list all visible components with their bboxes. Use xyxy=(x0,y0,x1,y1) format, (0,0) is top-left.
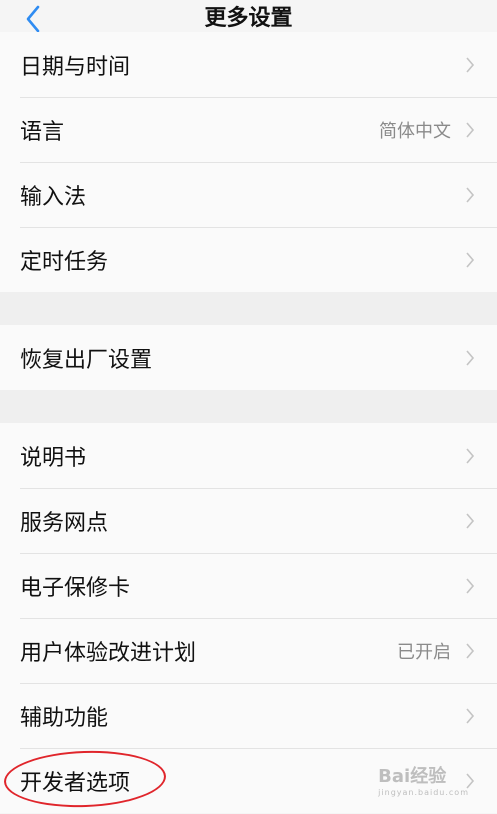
chevron-right-icon xyxy=(465,120,477,140)
setting-developer-options[interactable]: 开发者选项 xyxy=(0,748,497,813)
setting-label: 辅助功能 xyxy=(20,705,109,731)
chevron-right-icon xyxy=(465,511,477,531)
setting-scheduled-tasks[interactable]: 定时任务 xyxy=(0,227,497,292)
setting-label: 语言 xyxy=(20,119,65,145)
setting-label: 日期与时间 xyxy=(20,54,131,80)
setting-label: 用户体验改进计划 xyxy=(20,640,197,666)
page-title: 更多设置 xyxy=(204,6,293,31)
setting-label: 恢复出厂设置 xyxy=(20,347,153,373)
setting-value: 已开启 xyxy=(397,641,451,663)
section-divider xyxy=(0,292,497,325)
chevron-right-icon xyxy=(465,250,477,270)
setting-manual[interactable]: 说明书 xyxy=(0,423,497,488)
settings-group-reset: 恢复出厂设置 xyxy=(0,325,497,390)
setting-date-time[interactable]: 日期与时间 xyxy=(0,32,497,97)
back-button[interactable] xyxy=(20,4,46,34)
section-divider xyxy=(0,390,497,423)
chevron-right-icon xyxy=(465,771,477,791)
chevron-right-icon xyxy=(465,706,477,726)
setting-input-method[interactable]: 输入法 xyxy=(0,162,497,227)
chevron-left-icon xyxy=(26,5,40,33)
settings-group-general: 日期与时间 语言 简体中文 输入法 定时任务 xyxy=(0,32,497,292)
setting-service-centers[interactable]: 服务网点 xyxy=(0,488,497,553)
setting-label: 开发者选项 xyxy=(20,770,131,796)
settings-group-support: 说明书 服务网点 电子保修卡 用户体验改进计划 已开启 辅助功能 开发者选项 xyxy=(0,423,497,813)
setting-warranty-card[interactable]: 电子保修卡 xyxy=(0,553,497,618)
setting-label: 定时任务 xyxy=(20,249,109,275)
chevron-right-icon xyxy=(465,185,477,205)
chevron-right-icon xyxy=(465,446,477,466)
chevron-right-icon xyxy=(465,55,477,75)
setting-value: 简体中文 xyxy=(379,120,451,142)
chevron-right-icon xyxy=(465,576,477,596)
setting-accessibility[interactable]: 辅助功能 xyxy=(0,683,497,748)
setting-ux-improvement[interactable]: 用户体验改进计划 已开启 xyxy=(0,618,497,683)
chevron-right-icon xyxy=(465,348,477,368)
chevron-right-icon xyxy=(465,641,477,661)
setting-factory-reset[interactable]: 恢复出厂设置 xyxy=(0,325,497,390)
setting-label: 电子保修卡 xyxy=(20,575,131,601)
setting-label: 服务网点 xyxy=(20,510,109,536)
setting-label: 输入法 xyxy=(20,184,87,210)
setting-language[interactable]: 语言 简体中文 xyxy=(0,97,497,162)
setting-label: 说明书 xyxy=(20,445,87,471)
